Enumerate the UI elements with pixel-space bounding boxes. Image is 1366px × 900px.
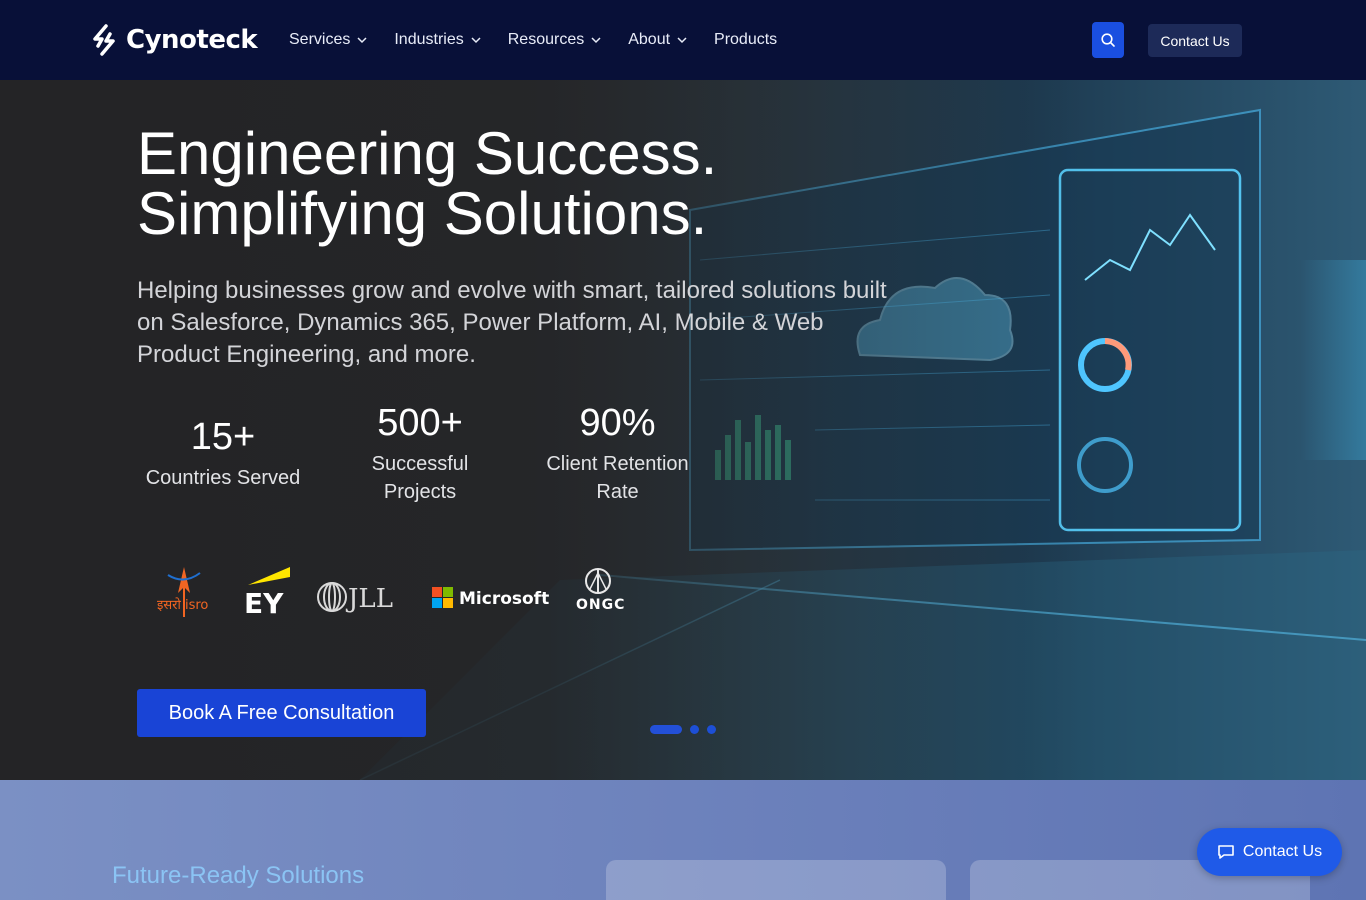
brand-logo[interactable]: Cynoteck	[90, 22, 258, 58]
nav-item-about[interactable]: About	[628, 28, 688, 52]
ey-logo-text: EY	[244, 587, 284, 620]
stat-label: Successful Projects	[371, 453, 469, 503]
nav-item-services[interactable]: Services	[289, 28, 368, 52]
ongc-logo: ONGC	[576, 568, 625, 613]
hero-title-line2: Simplifying Solutions.	[137, 180, 708, 247]
nav-item-label: Services	[289, 31, 351, 48]
search-button[interactable]	[1092, 22, 1124, 58]
chevron-down-icon	[591, 37, 601, 44]
chevron-down-icon	[677, 37, 687, 44]
main-menu: Services Industries Resources About Prod…	[289, 28, 803, 52]
stat-label: Client Retention Rate	[546, 453, 689, 503]
contact-us-button[interactable]: Contact Us	[1148, 24, 1242, 57]
brand-name: Cynoteck	[126, 25, 258, 55]
stat-countries: 15+ Countries Served	[137, 416, 309, 492]
hero-title-line1: Engineering Success.	[137, 120, 718, 187]
solution-card[interactable]	[606, 860, 946, 900]
carousel-dot-2[interactable]	[690, 725, 699, 734]
stat-label: Countries Served	[145, 467, 301, 489]
floating-contact-label: Contact Us	[1242, 843, 1323, 860]
nav-item-label: About	[628, 31, 671, 48]
chat-bubble-icon	[1218, 845, 1234, 859]
book-consultation-button[interactable]: Book A Free Consultation	[137, 689, 426, 737]
microsoft-logo-text: Microsoft	[459, 589, 549, 609]
carousel-indicators	[650, 725, 716, 734]
jll-logo: JLL	[317, 582, 393, 614]
chevron-down-icon	[357, 37, 367, 44]
isro-logo: इसरो isro	[157, 567, 208, 617]
hero-title: Engineering Success. Simplifying Solutio…	[137, 124, 897, 244]
ey-logo: EY	[244, 567, 290, 620]
solutions-section: Future-Ready Solutions	[0, 780, 1366, 900]
floating-contact-button[interactable]: Contact Us	[1197, 828, 1342, 876]
search-icon	[1101, 33, 1115, 47]
nav-item-label: Resources	[507, 31, 585, 48]
ongc-logo-text: ONGC	[576, 597, 625, 613]
nav-item-label: Industries	[394, 31, 464, 48]
stat-projects: 500+ Successful Projects	[345, 402, 495, 506]
microsoft-logo: Microsoft	[432, 587, 549, 609]
cynoteck-logo-icon	[93, 24, 115, 56]
nav-item-resources[interactable]: Resources	[508, 28, 602, 52]
nav-item-label: Products	[714, 31, 778, 48]
client-logos: इसरो isro EY JLL Microsoft ONGC	[157, 567, 625, 620]
jll-logo-text: JLL	[345, 584, 393, 614]
stat-value: 90%	[579, 402, 656, 444]
stat-retention: 90% Client Retention Rate	[540, 402, 695, 506]
chevron-down-icon	[471, 37, 481, 44]
hero-section: Engineering Success. Simplifying Solutio…	[0, 80, 1366, 780]
stat-value: 500+	[377, 402, 463, 444]
section-title: Future-Ready Solutions	[112, 862, 365, 889]
top-navbar: Cynoteck Services Industries Resources A…	[0, 0, 1366, 80]
nav-item-products[interactable]: Products	[714, 28, 777, 52]
hero-subtitle: Helping businesses grow and evolve with …	[137, 277, 887, 368]
stat-value: 15+	[190, 416, 256, 458]
nav-item-industries[interactable]: Industries	[394, 28, 481, 52]
carousel-dot-1[interactable]	[650, 725, 682, 734]
isro-logo-text: इसरो isro	[157, 597, 208, 613]
carousel-dot-3[interactable]	[707, 725, 716, 734]
